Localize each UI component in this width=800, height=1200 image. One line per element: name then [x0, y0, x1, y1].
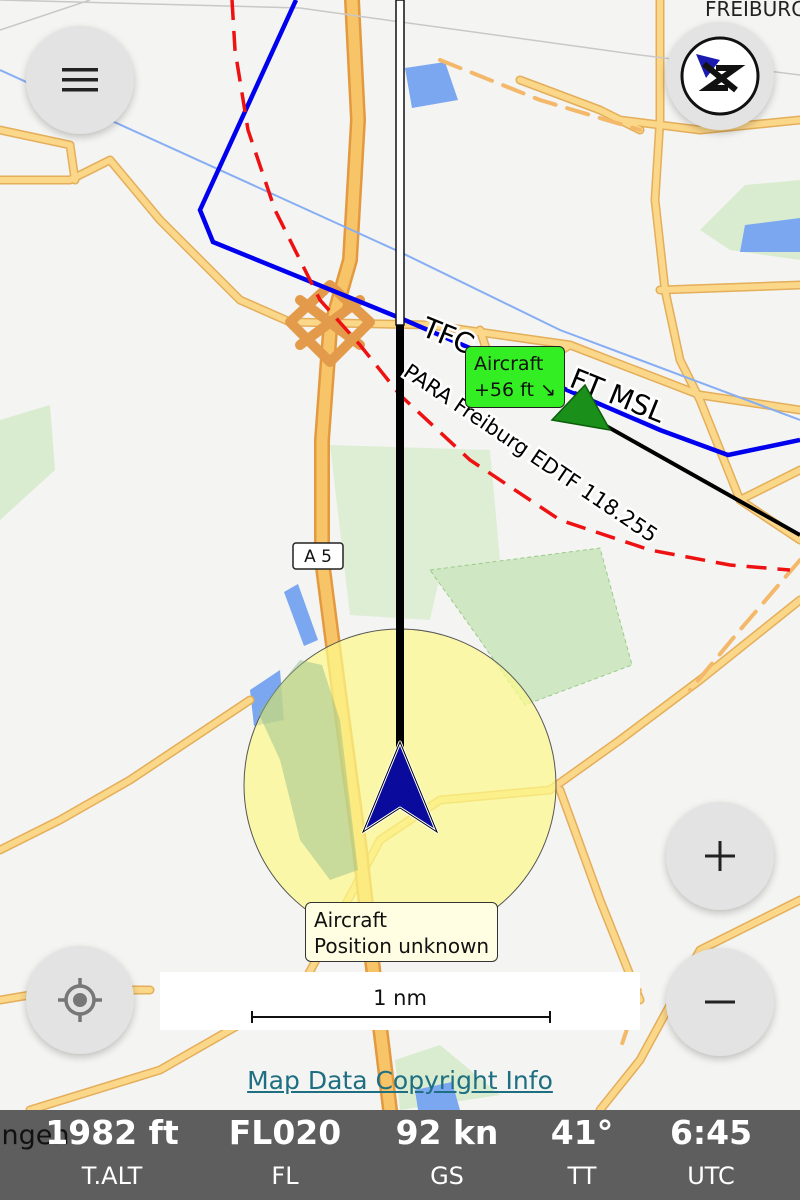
status-value: FL020	[228, 1113, 342, 1152]
status-label: T.ALT	[81, 1162, 143, 1190]
status-label: UTC	[687, 1162, 735, 1190]
locate-button[interactable]	[26, 946, 134, 1054]
menu-button[interactable]	[26, 26, 134, 134]
traffic-label-line1: Aircraft	[474, 353, 544, 375]
status-utc-time: 6:45 UTC	[631, 1110, 791, 1196]
compass-button[interactable]	[666, 22, 774, 130]
zoom-out-button[interactable]	[666, 948, 774, 1056]
plus-icon	[705, 841, 735, 871]
crosshair-location-icon	[58, 978, 102, 1022]
navigation-status-bar: ingen 1982 ft T.ALT FL020 FL 92 kn GS 41…	[0, 1110, 800, 1200]
status-true-altitude: 1982 ft T.ALT	[32, 1110, 192, 1196]
own-ship-tooltip-line2: Position unknown	[314, 934, 490, 958]
status-value: 6:45	[669, 1113, 753, 1152]
road-shield-a5: A 5	[292, 542, 344, 570]
own-ship-tooltip-line1: Aircraft	[314, 908, 388, 932]
traffic-label[interactable]: Aircraft +56 ft ↘	[465, 346, 565, 408]
map-copyright-link[interactable]: Map Data Copyright Info	[0, 1066, 800, 1095]
traffic-label-line2: +56 ft ↘	[474, 379, 556, 401]
scale-bar: 1 nm	[160, 972, 640, 1030]
place-label: FREIBURG	[705, 0, 800, 21]
own-ship-tooltip: Aircraft Position unknown	[305, 902, 499, 962]
status-label: FL	[271, 1162, 299, 1190]
compass-north-icon	[680, 36, 760, 116]
water-area	[405, 62, 458, 108]
status-flight-level: FL020 FL	[205, 1110, 365, 1196]
forest-area	[0, 405, 55, 520]
svg-text:A 5: A 5	[304, 547, 332, 567]
hamburger-menu-icon	[62, 68, 98, 92]
status-value: 1982 ft	[45, 1113, 179, 1152]
minus-icon	[705, 1000, 735, 1004]
scale-bar-ruler	[251, 1011, 551, 1023]
zoom-in-button[interactable]	[666, 802, 774, 910]
water-area	[284, 584, 318, 646]
